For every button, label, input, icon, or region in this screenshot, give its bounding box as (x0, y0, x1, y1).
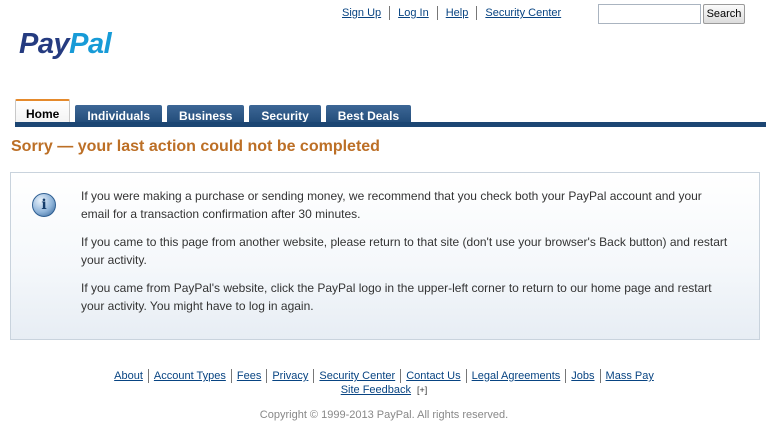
footer-link-legal-agreements[interactable]: Legal Agreements (465, 369, 566, 383)
search-button[interactable]: Search (703, 4, 745, 24)
footer-link-fees[interactable]: Fees (230, 369, 266, 383)
feedback-plus-icon[interactable]: [+] (417, 385, 427, 395)
footer-feedback-row: Site Feedback [+] (0, 384, 768, 396)
copyright: Copyright © 1999-2013 PayPal. All rights… (259, 409, 509, 421)
search-input[interactable] (598, 4, 701, 24)
info-paragraph-2: If you came to this page from another we… (81, 235, 728, 267)
top-nav: Sign Up Log In Help Security Center (336, 6, 569, 20)
info-box: i If you were making a purchase or sendi… (10, 172, 760, 340)
footer-link-account-types[interactable]: Account Types (147, 369, 231, 383)
page-title: Sorry — your last action could not be co… (11, 138, 380, 155)
footer-link-jobs[interactable]: Jobs (565, 369, 599, 383)
info-paragraph-1: If you were making a purchase or sending… (81, 189, 702, 221)
logo-pal-text: Pal (69, 28, 112, 60)
login-link[interactable]: Log In (389, 6, 437, 20)
site-feedback-link[interactable]: Site Feedback (341, 384, 411, 396)
footer-links: About Account Types Fees Privacy Securit… (0, 369, 768, 383)
security-center-link[interactable]: Security Center (476, 6, 569, 20)
footer-link-security-center[interactable]: Security Center (313, 369, 400, 383)
help-link[interactable]: Help (436, 6, 477, 20)
logo-pay-text: Pay (19, 28, 70, 60)
footer-link-about[interactable]: About (109, 369, 148, 383)
info-icon: i (32, 193, 56, 217)
info-paragraph-3: If you came from PayPal's website, click… (81, 281, 712, 313)
signup-link[interactable]: Sign Up (336, 6, 389, 20)
footer-link-contact-us[interactable]: Contact Us (400, 369, 465, 383)
page: Sign Up Log In Help Security Center Sear… (0, 0, 768, 426)
footer-link-privacy[interactable]: Privacy (266, 369, 313, 383)
footer-link-mass-pay[interactable]: Mass Pay (599, 369, 659, 383)
paypal-logo[interactable]: PayPal (19, 28, 112, 61)
tab-underline (15, 122, 766, 127)
